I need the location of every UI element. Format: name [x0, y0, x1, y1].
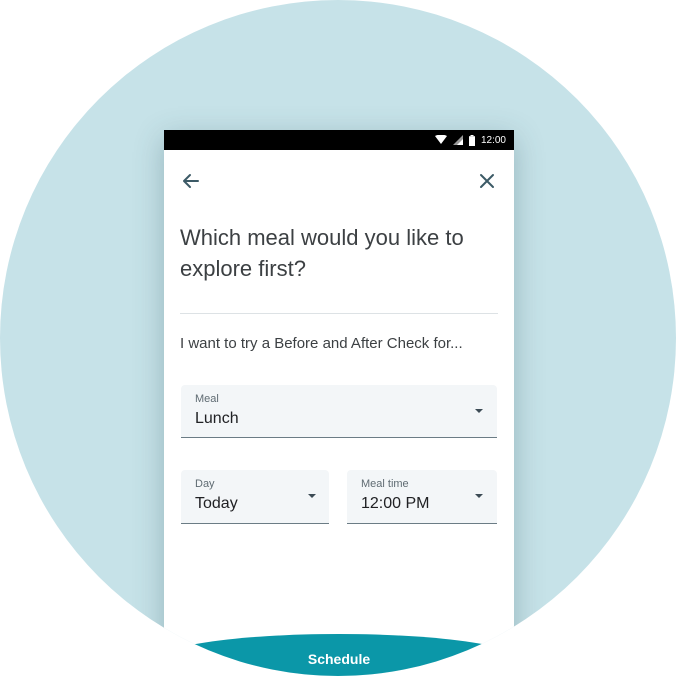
status-time: 12:00 [480, 134, 506, 146]
dropdown-arrow-icon [475, 494, 483, 498]
day-value: Today [195, 495, 238, 512]
day-label: Day [195, 478, 215, 490]
close-button[interactable] [474, 168, 500, 194]
close-icon [480, 174, 494, 188]
schedule-button-label: Schedule [307, 651, 371, 667]
page-title: Which meal would you like to explore fir… [180, 225, 464, 281]
status-icons: 12:00 [434, 130, 506, 150]
battery-icon [468, 134, 475, 146]
day-dropdown[interactable]: Day Today [181, 470, 329, 524]
background-circle: 12:00 Which meal would you like to explo… [0, 0, 676, 676]
meal-label: Meal [195, 393, 219, 405]
wifi-icon [434, 135, 447, 144]
divider [180, 313, 498, 314]
signal-icon [452, 135, 463, 145]
schedule-button[interactable]: Schedule [152, 634, 526, 676]
prompt-text: I want to try a Before and After Check f… [180, 335, 463, 352]
meal-time-dropdown[interactable]: Meal time 12:00 PM [347, 470, 497, 524]
dropdown-arrow-icon [475, 409, 483, 413]
status-bar: 12:00 [164, 130, 514, 150]
meal-dropdown[interactable]: Meal Lunch [181, 385, 497, 438]
arrow-left-icon [183, 174, 199, 188]
top-app-bar [164, 150, 514, 206]
phone-screen: 12:00 Which meal would you like to explo… [152, 130, 526, 676]
meal-time-value: 12:00 PM [361, 495, 430, 512]
dropdown-arrow-icon [308, 494, 316, 498]
back-button[interactable] [178, 168, 204, 194]
meal-value: Lunch [195, 410, 239, 427]
meal-time-label: Meal time [361, 478, 409, 490]
